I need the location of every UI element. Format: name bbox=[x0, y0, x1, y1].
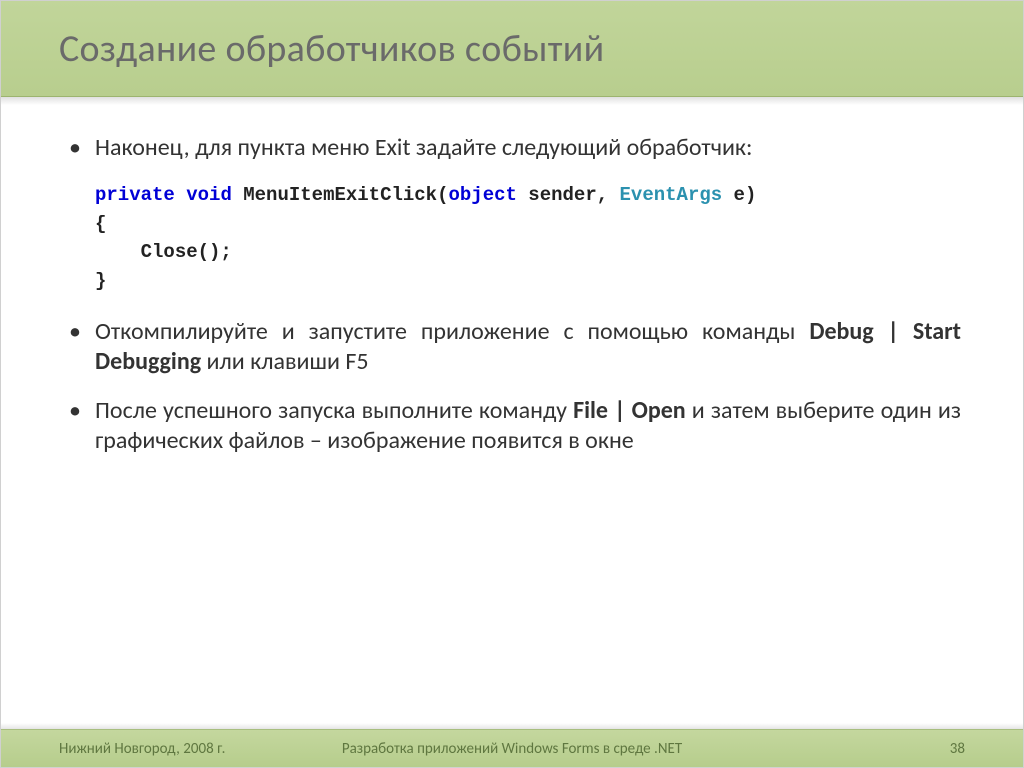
code-keyword: void bbox=[186, 184, 232, 206]
bullet-item: Откомпилируйте и запустите приложение с … bbox=[63, 317, 961, 377]
slide: Создание обработчиков событий Наконец, д… bbox=[0, 0, 1024, 768]
slide-title: Создание обработчиков событий bbox=[59, 26, 604, 72]
code-keyword: private bbox=[95, 184, 175, 206]
footer-page: 38 bbox=[950, 740, 965, 758]
title-band: Создание обработчиков событий bbox=[1, 1, 1023, 97]
code-type: EventArgs bbox=[620, 184, 723, 206]
code-text: MenuItemExitClick( bbox=[243, 184, 448, 206]
bullet-list: Наконец, для пункта меню Exit задайте сл… bbox=[63, 133, 961, 163]
bullet-bold: File | Open bbox=[573, 396, 686, 425]
bullet-text: или клавиши F5 bbox=[201, 347, 368, 376]
code-text bbox=[175, 184, 186, 206]
bullet-item: Наконец, для пункта меню Exit задайте сл… bbox=[63, 133, 961, 163]
code-text: { bbox=[95, 213, 106, 235]
bullet-text: Наконец, для пункта меню Exit задайте сл… bbox=[95, 133, 752, 162]
content-area: Наконец, для пункта меню Exit задайте сл… bbox=[63, 133, 961, 474]
code-block: private void MenuItemExitClick(object se… bbox=[95, 181, 961, 295]
title-shadow bbox=[1, 97, 1023, 105]
bullet-text: После успешного запуска выполните команд… bbox=[95, 396, 573, 425]
bullet-text: Откомпилируйте и запустите приложение с … bbox=[95, 317, 809, 346]
code-keyword: object bbox=[448, 184, 516, 206]
code-text: Close(); bbox=[95, 241, 232, 263]
code-text: e) bbox=[722, 184, 756, 206]
code-text bbox=[232, 184, 243, 206]
footer: Нижний Новгород, 2008 г. Разработка прил… bbox=[1, 729, 1023, 767]
code-text: } bbox=[95, 270, 106, 292]
bullet-item: После успешного запуска выполните команд… bbox=[63, 396, 961, 456]
code-text: sender, bbox=[517, 184, 620, 206]
footer-left: Нижний Новгород, 2008 г. bbox=[59, 740, 225, 758]
bullet-list: Откомпилируйте и запустите приложение с … bbox=[63, 317, 961, 456]
